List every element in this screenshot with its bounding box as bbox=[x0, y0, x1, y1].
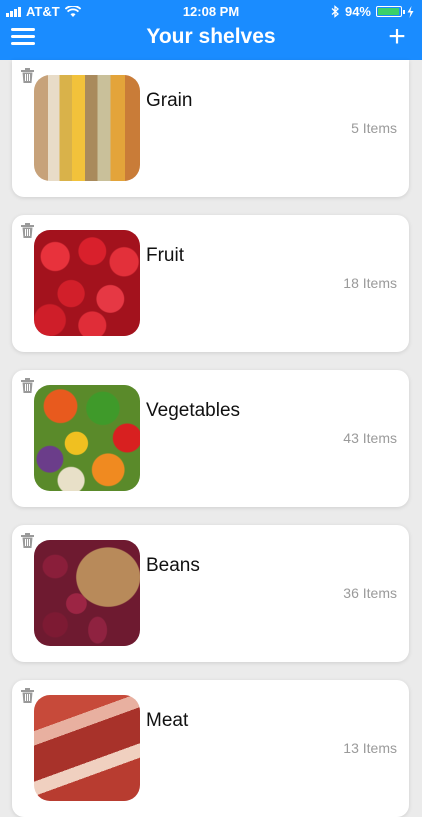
shelf-name: Fruit bbox=[146, 245, 184, 266]
charging-icon bbox=[407, 5, 414, 18]
trash-icon[interactable] bbox=[21, 533, 34, 548]
shelf-item-count: 13 Items bbox=[343, 740, 397, 756]
shelf-name: Beans bbox=[146, 555, 200, 576]
page-title: Your shelves bbox=[146, 25, 276, 48]
app-header: AT&T 12:08 PM 94% Your shelves + bbox=[0, 0, 422, 60]
grain-image bbox=[34, 75, 140, 181]
shelf-item-count: 5 Items bbox=[351, 120, 397, 136]
shelf-item-count: 36 Items bbox=[343, 585, 397, 601]
plus-icon[interactable]: + bbox=[384, 22, 410, 52]
shelf-name: Vegetables bbox=[146, 400, 241, 421]
shelf-name: Meat bbox=[146, 710, 189, 731]
trash-icon[interactable] bbox=[21, 378, 34, 393]
vegetables-image bbox=[34, 385, 140, 491]
beans-image bbox=[34, 540, 140, 646]
trash-icon[interactable] bbox=[21, 68, 34, 83]
meat-image bbox=[34, 695, 140, 801]
bluetooth-icon bbox=[331, 5, 339, 18]
trash-icon[interactable] bbox=[21, 688, 34, 703]
shelf-card-vegetables[interactable]: Vegetables 43 Items bbox=[12, 370, 409, 507]
shelf-card-grain[interactable]: Grain 5 Items bbox=[12, 60, 409, 197]
trash-icon[interactable] bbox=[21, 223, 34, 238]
battery-icon bbox=[376, 6, 405, 17]
shelf-name: Grain bbox=[146, 90, 193, 111]
shelf-card-meat[interactable]: Meat 13 Items bbox=[12, 680, 409, 817]
shelf-item-count: 18 Items bbox=[343, 275, 397, 291]
status-bar: AT&T 12:08 PM 94% bbox=[0, 0, 422, 22]
battery-percent: 94% bbox=[344, 4, 371, 19]
strawberries-image bbox=[34, 230, 140, 336]
shelf-card-beans[interactable]: Beans 36 Items bbox=[12, 525, 409, 662]
shelf-item-count: 43 Items bbox=[343, 430, 397, 446]
shelf-card-fruit[interactable]: Fruit 18 Items bbox=[12, 215, 409, 352]
